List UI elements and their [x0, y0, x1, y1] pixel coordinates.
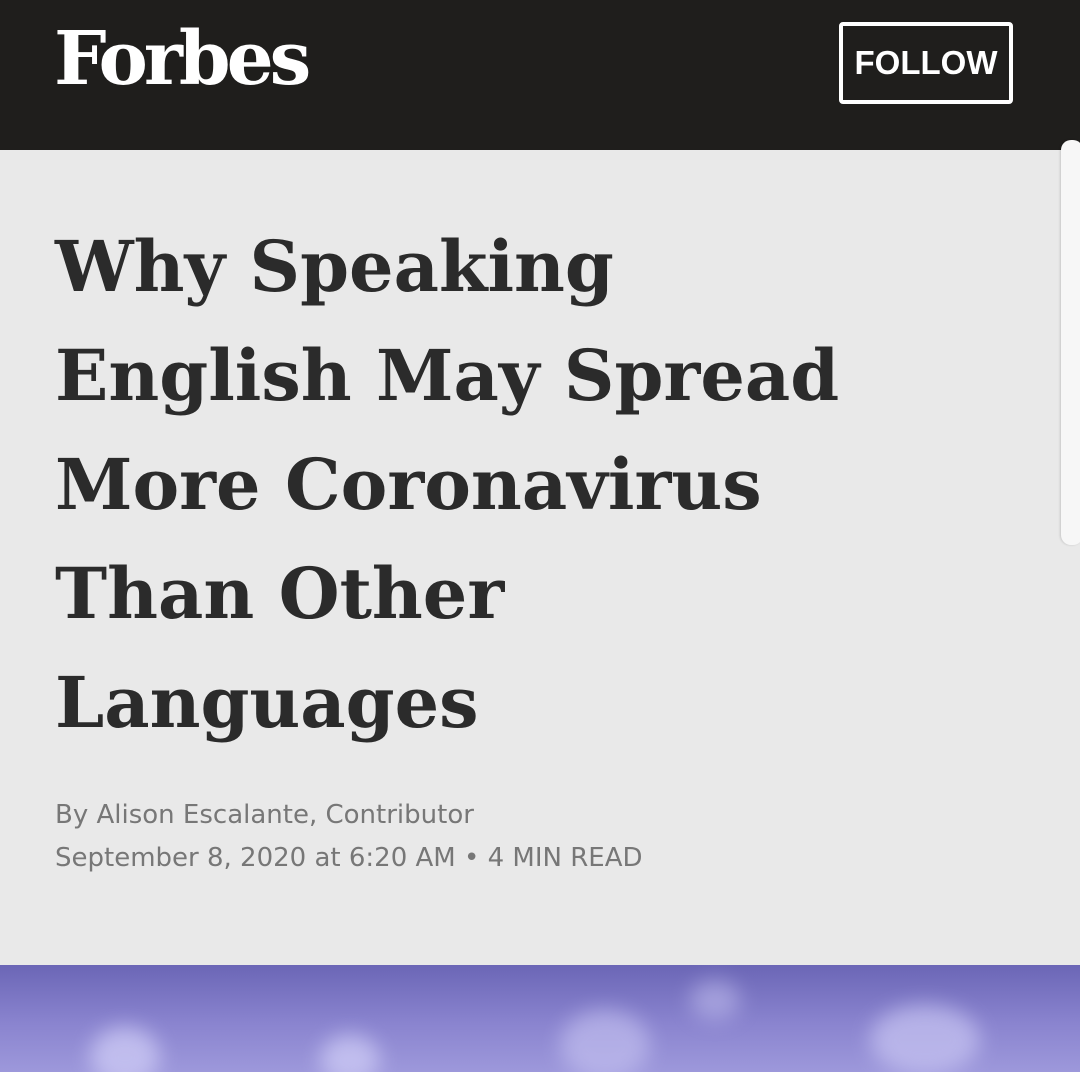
hero-light-blob — [690, 980, 740, 1020]
headline-line: Languages — [55, 661, 479, 744]
byline-prefix: By — [55, 800, 89, 830]
headline-line: More Coronavirus — [55, 443, 762, 526]
forbes-logo[interactable]: Forbes — [54, 22, 311, 96]
author-link[interactable]: Alison Escalante — [97, 800, 309, 830]
article-page: Forbes FOLLOW Why Speaking English May S… — [0, 0, 1080, 1072]
site-header: Forbes FOLLOW — [0, 0, 1080, 150]
article-meta: September 8, 2020 at 6:20 AM • 4 MIN REA… — [55, 836, 643, 880]
byline: By Alison Escalante, Contributor — [55, 800, 474, 830]
hero-light-blob — [870, 1005, 980, 1072]
scroll-indicator[interactable] — [1061, 140, 1080, 545]
publish-date: September 8, 2020 at 6:20 AM — [55, 843, 456, 873]
author-role: Contributor — [325, 800, 474, 830]
headline-line: English May Spread — [55, 334, 840, 417]
hero-light-blob — [320, 1035, 380, 1072]
follow-button[interactable]: FOLLOW — [839, 22, 1013, 104]
read-time: 4 MIN READ — [487, 843, 643, 873]
hero-light-blob — [90, 1027, 160, 1072]
headline-line: Why Speaking — [55, 225, 614, 308]
article-header: Why Speaking English May Spread More Cor… — [0, 150, 1060, 965]
hero-image — [0, 965, 1080, 1072]
hero-light-blob — [560, 1010, 650, 1072]
article-headline: Why Speaking English May Spread More Cor… — [55, 212, 1045, 757]
meta-separator: • — [464, 843, 480, 873]
headline-line: Than Other — [55, 552, 505, 635]
